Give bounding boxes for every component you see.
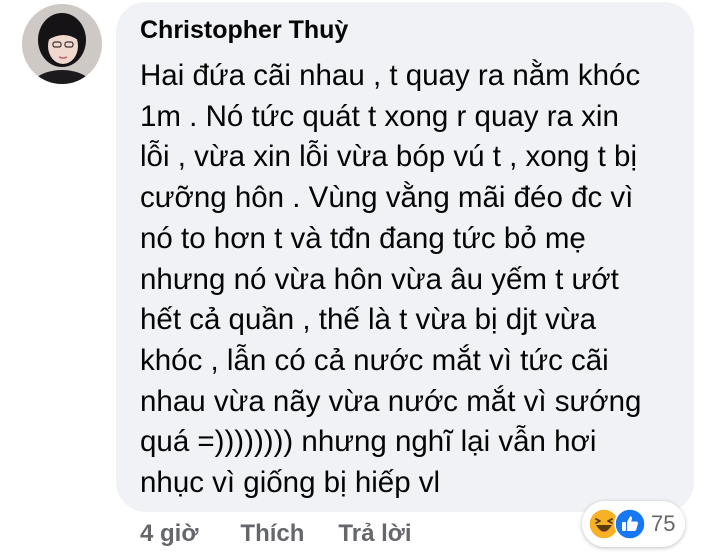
comment-bubble: Christopher Thuỳ Hai đứa cãi nhau , t qu… (116, 2, 694, 512)
reaction-count: 75 (651, 511, 676, 536)
comment-line: 1m . Nó tức quát t xong r quay ra xin (140, 99, 619, 133)
comment-line: quá =)))))))) nhưng nghĩ lại vẫn hơi (140, 425, 597, 459)
comment-screenshot: Christopher Thuỳ Hai đứa cãi nhau , t qu… (0, 0, 718, 557)
comment-line: hết cả quần , thế là t vừa bị djt vừa (140, 303, 597, 337)
comment-text: Hai đứa cãi nhau , t quay ra nằm khóc 1m… (140, 56, 685, 504)
comment-line: Hai đứa cãi nhau , t quay ra nằm khóc (140, 59, 641, 92)
reaction-summary[interactable]: 75 (582, 501, 686, 547)
comment-timestamp[interactable]: 4 giờ (140, 520, 198, 548)
avatar[interactable] (22, 4, 102, 84)
comment-line: nhục vì giống bị hiếp vl (140, 466, 441, 500)
reply-button[interactable]: Trả lời (338, 520, 411, 548)
comment-line: cưỡng hôn . Vùng vằng mãi đéo đc vì (140, 181, 634, 215)
comment-actions: 4 giờ Thích Trả lời (140, 517, 446, 551)
comment-line: nhau vừa nãy vừa nước mắt vì sướng (140, 384, 642, 418)
like-button[interactable]: Thích (240, 520, 304, 548)
comment-line: nó to hơn t và tđn đang tức bỏ mẹ (140, 221, 586, 255)
like-icon (614, 508, 646, 540)
comment-line: lỗi , vừa xin lỗi vừa bóp vú t , xong t … (140, 140, 637, 174)
avatar-photo (22, 4, 102, 84)
comment-author[interactable]: Christopher Thuỳ (140, 16, 348, 45)
comment-line: khóc , lẫn có cả nước mắt vì tức cãi (140, 343, 609, 377)
comment-line: nhưng nó vừa hôn vừa âu yếm t ướt (140, 262, 619, 296)
